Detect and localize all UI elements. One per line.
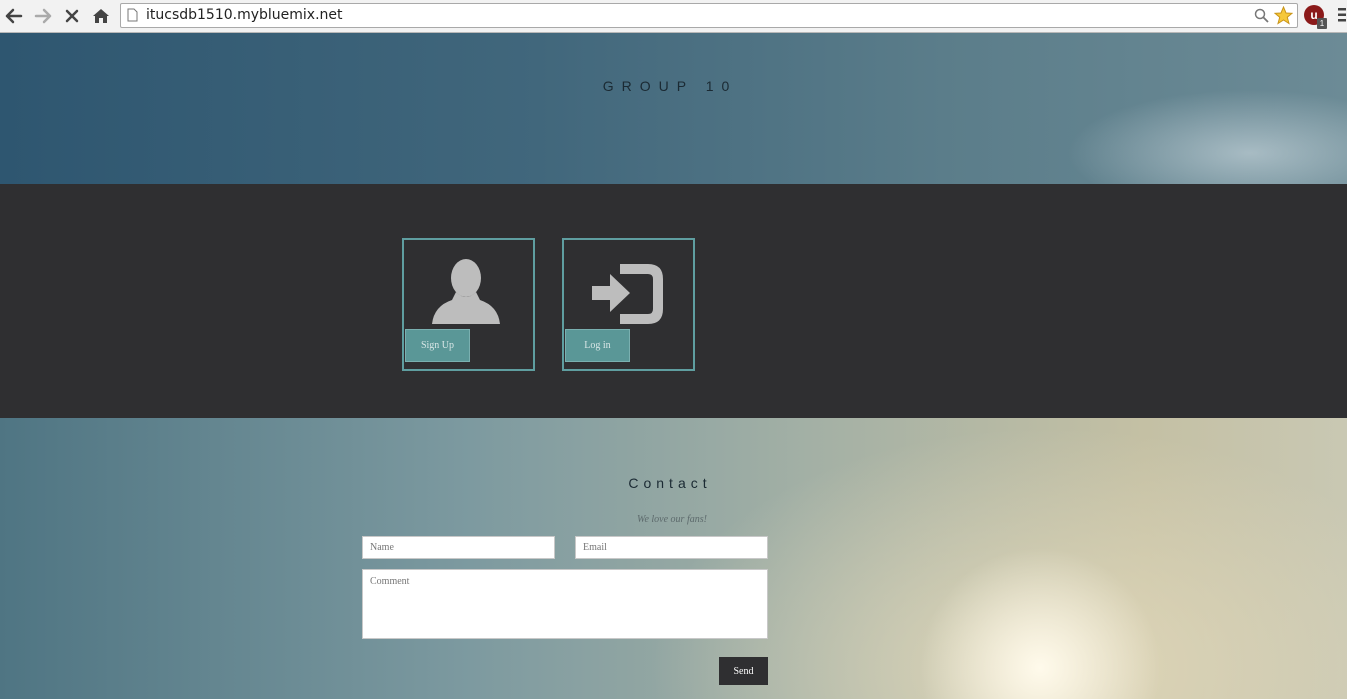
login-button[interactable]: Log in — [565, 329, 630, 362]
extension-count-badge: 1 — [1317, 18, 1327, 29]
send-button[interactable]: Send — [719, 657, 768, 685]
stop-icon[interactable] — [61, 5, 83, 27]
signup-button[interactable]: Sign Up — [405, 329, 470, 362]
email-input[interactable] — [575, 536, 768, 559]
zoom-icon[interactable] — [1254, 8, 1269, 28]
contact-subtitle: We love our fans! — [637, 514, 707, 525]
name-input[interactable] — [362, 536, 555, 559]
hero-banner: GROUP 10 — [0, 33, 1347, 184]
bookmark-star-icon[interactable] — [1273, 5, 1294, 30]
menu-icon[interactable] — [1338, 8, 1346, 27]
actions-section: Sign Up Log in — [0, 184, 1347, 418]
contact-title: Contact — [628, 475, 712, 491]
page-content: GROUP 10 Sign Up Log in Contact We love … — [0, 33, 1347, 699]
signup-tile[interactable]: Sign Up — [402, 238, 535, 371]
forward-icon[interactable] — [32, 5, 54, 27]
login-tile[interactable]: Log in — [562, 238, 695, 371]
back-icon[interactable] — [3, 5, 25, 27]
browser-toolbar: itucsdb1510.mybluemix.net u 1 — [0, 0, 1347, 33]
site-title: GROUP 10 — [602, 78, 738, 94]
comment-textarea[interactable] — [362, 569, 768, 639]
address-bar[interactable]: itucsdb1510.mybluemix.net — [120, 3, 1298, 28]
contact-section: Contact We love our fans! Send — [0, 418, 1347, 699]
url-text: itucsdb1510.mybluemix.net — [146, 7, 343, 23]
home-icon[interactable] — [90, 5, 112, 27]
page-icon — [127, 8, 138, 27]
